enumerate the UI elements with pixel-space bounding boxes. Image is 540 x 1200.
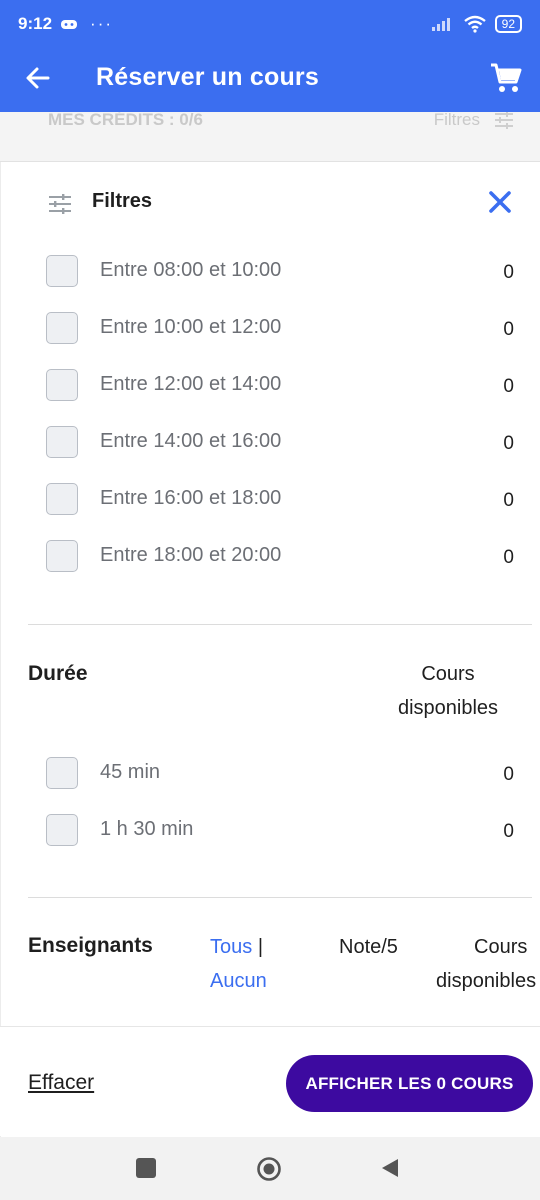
battery-indicator: 92: [494, 15, 522, 33]
app-bar: Réserver un cours: [0, 48, 540, 112]
select-all-link[interactable]: Tous: [210, 936, 252, 958]
wifi-icon: [463, 15, 486, 33]
filter-sliders-icon: [495, 112, 513, 129]
time-slot-checkbox[interactable]: [46, 426, 78, 458]
status-more-dots: ···: [90, 14, 114, 33]
teachers-select-links: Tous | Aucun: [210, 930, 267, 998]
filters-title: Filtres: [92, 190, 153, 212]
time-slot-row[interactable]: Entre 10:00 et 12:00 0: [0, 312, 540, 352]
show-courses-button[interactable]: AFFICHER LES 0 COURS: [286, 1055, 533, 1112]
duration-label: 45 min: [100, 761, 161, 783]
time-slot-row[interactable]: Entre 14:00 et 16:00 0: [0, 426, 540, 466]
time-slot-count: 0: [503, 319, 514, 340]
status-bar: 9:12 ··· 92: [0, 0, 540, 48]
duration-checkbox[interactable]: [46, 814, 78, 846]
time-slot-label: Entre 14:00 et 16:00: [100, 430, 282, 452]
filter-sliders-icon: [49, 194, 71, 214]
time-slot-checkbox[interactable]: [46, 312, 78, 344]
duration-available-line2: disponibles: [397, 697, 499, 719]
time-slot-checkbox[interactable]: [46, 369, 78, 401]
recents-icon[interactable]: [136, 1158, 156, 1178]
page-title: Réserver un cours: [96, 63, 319, 91]
rating-header: Note/5: [339, 936, 398, 958]
time-slot-row[interactable]: Entre 16:00 et 18:00 0: [0, 483, 540, 523]
time-slot-count: 0: [503, 262, 514, 283]
time-slot-count: 0: [503, 490, 514, 511]
duration-available-line1: Cours: [421, 663, 475, 685]
duration-row[interactable]: 45 min 0: [0, 757, 540, 797]
time-slot-row[interactable]: Entre 12:00 et 14:00 0: [0, 369, 540, 409]
time-slot-label: Entre 18:00 et 20:00: [100, 544, 282, 566]
close-icon[interactable]: [484, 186, 516, 218]
time-slot-label: Entre 10:00 et 12:00: [100, 316, 282, 338]
duration-row[interactable]: 1 h 30 min 0: [0, 814, 540, 854]
filters-link[interactable]: Filtres: [434, 112, 480, 130]
duration-count: 0: [503, 821, 514, 842]
time-slot-checkbox[interactable]: [46, 255, 78, 287]
time-slot-label: Entre 12:00 et 14:00: [100, 373, 282, 395]
duration-available-header: Cours disponibles: [386, 657, 510, 725]
select-none-link[interactable]: Aucun: [210, 970, 267, 992]
time-slot-label: Entre 16:00 et 18:00: [100, 487, 282, 509]
time-slot-checkbox[interactable]: [46, 540, 78, 572]
time-slot-count: 0: [503, 547, 514, 568]
time-slot-label: Entre 08:00 et 10:00: [100, 259, 282, 281]
back-arrow-icon[interactable]: [22, 62, 54, 94]
teachers-available-line1: Cours: [474, 936, 528, 958]
system-nav-bar: [0, 1137, 540, 1200]
time-slot-row[interactable]: Entre 08:00 et 10:00 0: [0, 255, 540, 295]
link-separator: |: [257, 936, 264, 958]
home-icon[interactable]: [256, 1156, 282, 1182]
time-slot-checkbox[interactable]: [46, 483, 78, 515]
time-slot-row[interactable]: Entre 18:00 et 20:00 0: [0, 540, 540, 580]
teachers-title: Enseignants: [28, 934, 153, 957]
filter-footer: Effacer AFFICHER LES 0 COURS: [0, 1026, 540, 1136]
cart-icon[interactable]: [488, 60, 524, 96]
teachers-available-line2: disponibles: [436, 970, 537, 992]
status-time: 9:12: [18, 14, 53, 33]
duration-title: Durée: [28, 662, 88, 685]
teachers-available-header: Cours disponibles: [436, 930, 540, 998]
section-divider: [28, 624, 532, 625]
section-divider: [28, 897, 532, 898]
time-slot-count: 0: [503, 376, 514, 397]
signal-icon: [431, 18, 450, 31]
duration-checkbox[interactable]: [46, 757, 78, 789]
credits-text: MES CRÉDITS : 0/6: [48, 112, 203, 129]
credits-bar: MES CRÉDITS : 0/6 Filtres: [0, 112, 540, 162]
nav-back-icon[interactable]: [378, 1156, 402, 1180]
duration-count: 0: [503, 764, 514, 785]
time-slot-count: 0: [503, 433, 514, 454]
duration-label: 1 h 30 min: [100, 818, 194, 840]
clear-filters-link[interactable]: Effacer: [28, 1071, 94, 1095]
gamepad-icon: [61, 20, 78, 29]
